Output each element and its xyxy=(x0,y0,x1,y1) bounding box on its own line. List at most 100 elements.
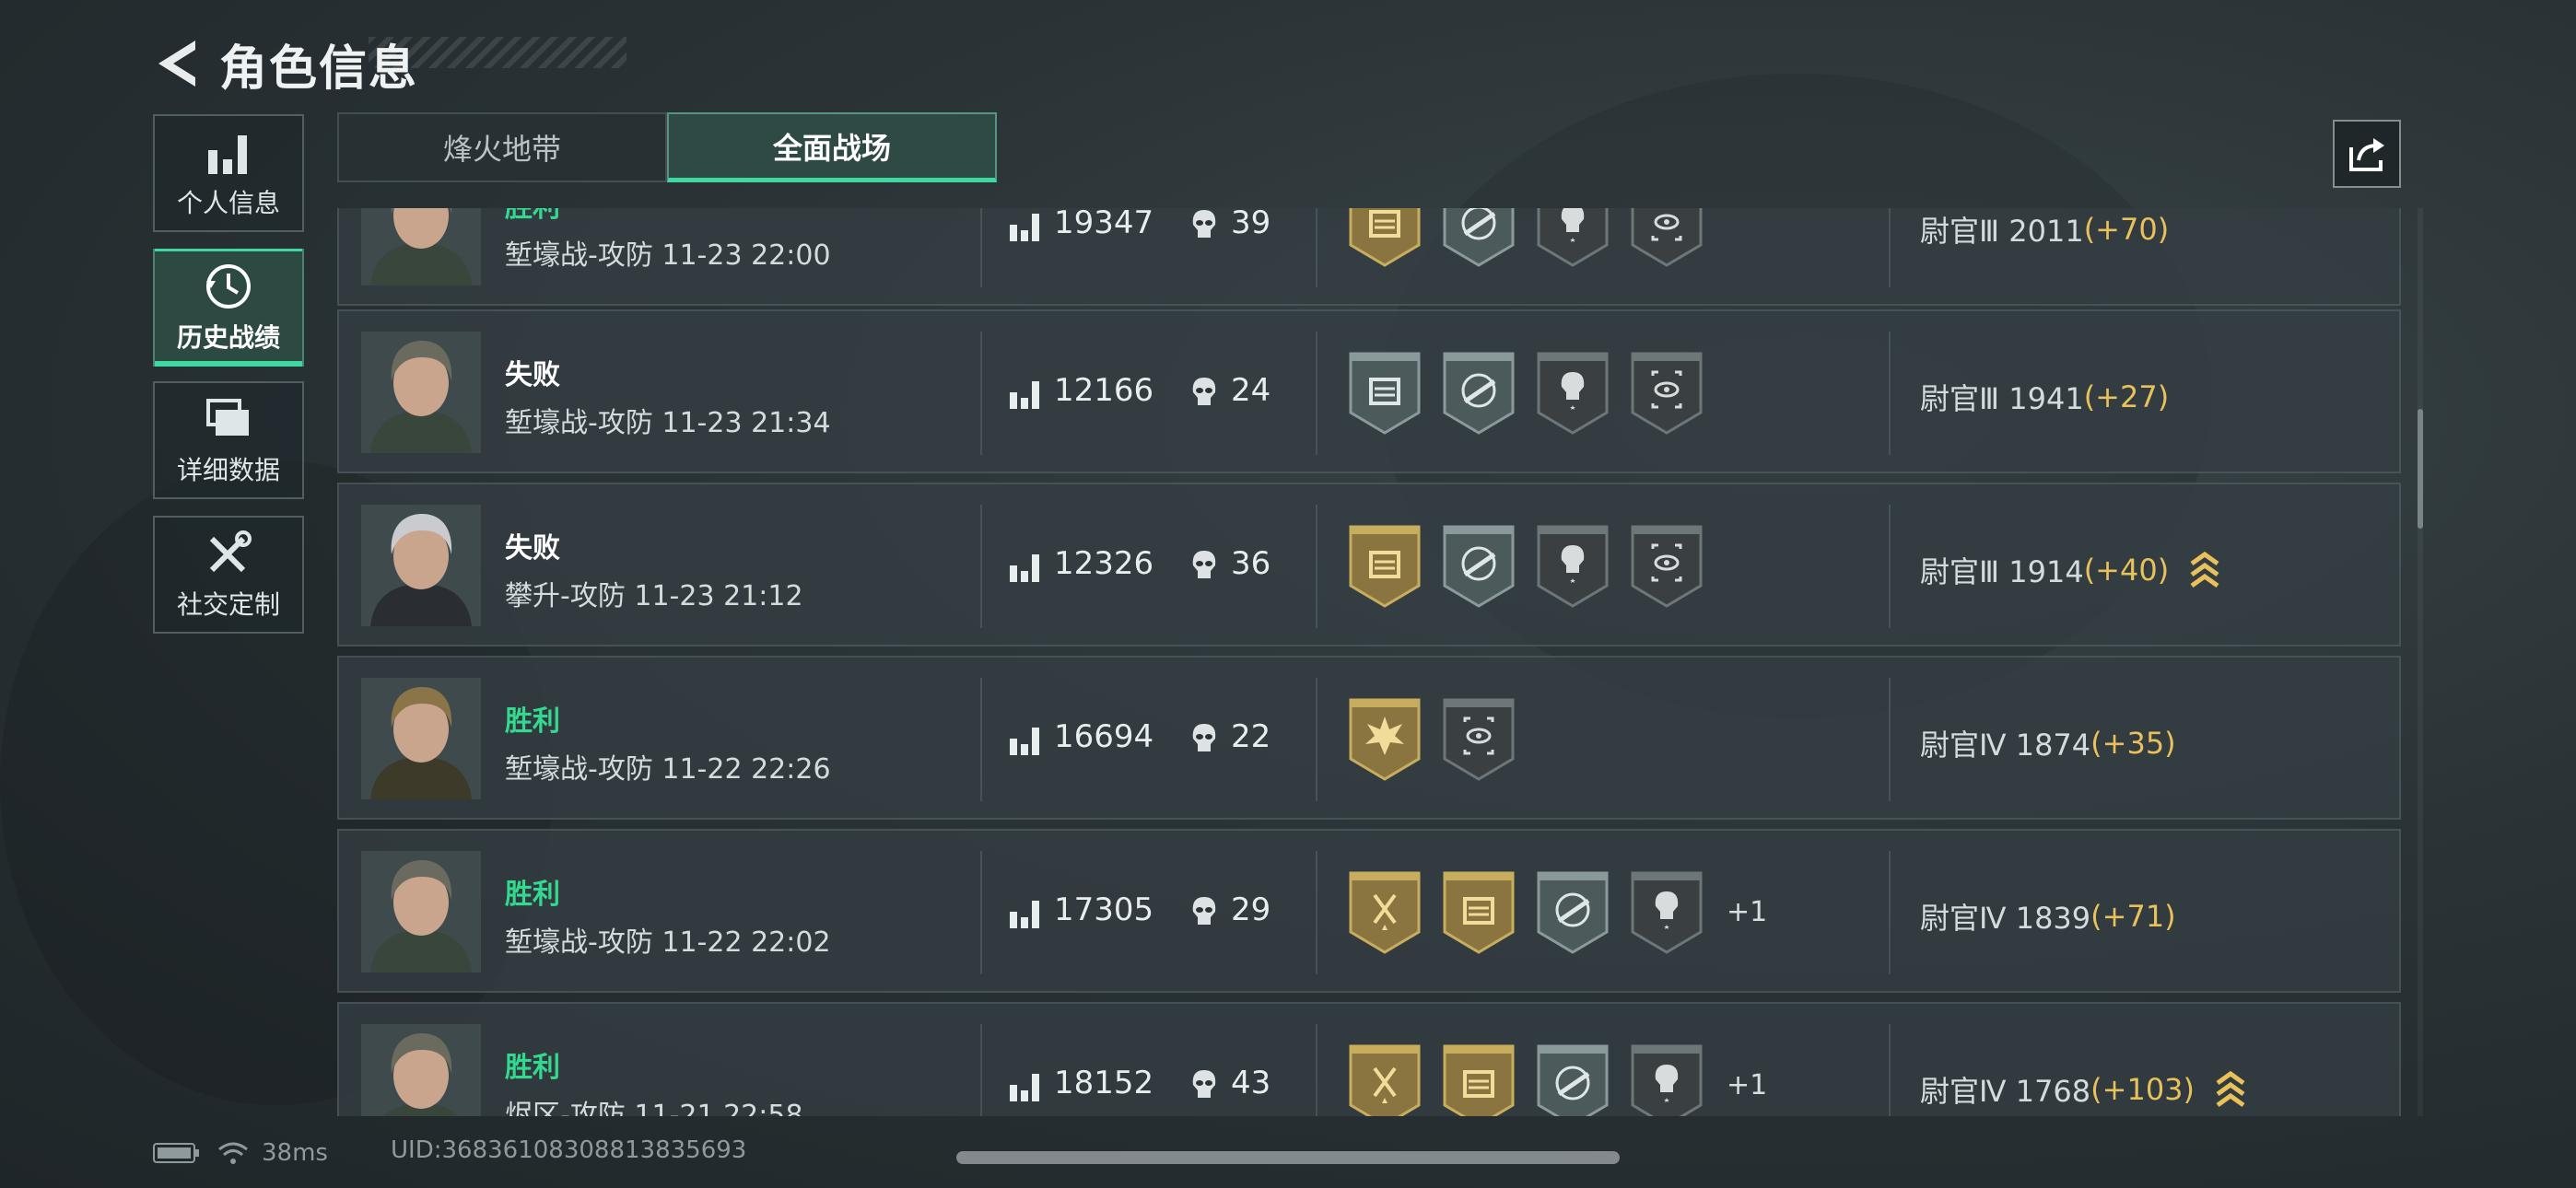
divider xyxy=(980,1024,982,1116)
operator-avatar xyxy=(361,678,481,799)
match-result: 胜利 xyxy=(505,879,560,911)
user-id: UID:368361083088138356​93 xyxy=(391,1136,747,1164)
match-row[interactable]: 胜利 堑壕战-攻防 11-22 22:26 16694 22 尉官Ⅳ 1874(… xyxy=(337,656,2401,820)
rank-up-chevron-icon xyxy=(2216,1070,2245,1108)
divider xyxy=(1316,851,1317,974)
rank-info: 尉官Ⅲ 1914 (+40) xyxy=(1920,549,2220,591)
gold-axe-badge xyxy=(1349,871,1421,954)
rank-info: 尉官Ⅳ 1874 (+35) xyxy=(1920,722,2176,764)
rank-value: 尉官Ⅳ 1874 xyxy=(1920,728,2091,763)
skull-kill-icon xyxy=(1192,1070,1216,1098)
score-icon xyxy=(1010,381,1039,409)
badge-list xyxy=(1347,694,1535,783)
divider xyxy=(1889,678,1891,801)
match-history-list[interactable]: 胜利 堑壕战-攻防 11-23 22:00 19347 39 尉官Ⅲ 2011(… xyxy=(337,208,2401,1116)
stacked-cards-icon xyxy=(206,399,249,436)
dark-skull-badge xyxy=(1631,871,1703,954)
divider xyxy=(1316,208,1317,287)
nav-detailed-data[interactable]: 详细数据 xyxy=(153,381,304,499)
match-result: 胜利 xyxy=(505,705,560,738)
divider xyxy=(1889,1024,1891,1116)
operator-avatar xyxy=(361,851,481,973)
rank-info: 尉官Ⅲ 1941 (+27) xyxy=(1920,376,2169,418)
match-result: 失败 xyxy=(505,359,560,391)
match-score: 16694 xyxy=(1054,718,1154,755)
rank-info: 尉官Ⅲ 2011 (+70) xyxy=(1920,208,2169,250)
nav-social-custom[interactable]: 社交定制 xyxy=(153,516,304,634)
gold-crate-badge xyxy=(1443,1044,1515,1116)
match-result: 失败 xyxy=(505,532,560,565)
match-row[interactable]: 胜利 堑壕战-攻防 11-22 22:02 17305 29 +1 尉官Ⅳ 18… xyxy=(337,829,2401,993)
badge-list xyxy=(1347,521,1723,610)
match-row[interactable]: 失败 堑壕战-攻防 11-23 21:34 12166 24 尉官Ⅲ 1941(… xyxy=(337,309,2401,473)
badge-list: +1 xyxy=(1347,1041,1767,1116)
skull-kill-icon xyxy=(1192,378,1216,405)
score-icon xyxy=(1010,728,1039,755)
gray-rifle-badge xyxy=(1443,208,1515,267)
dark-eye-badge xyxy=(1631,525,1703,608)
rank-delta: (+70) xyxy=(2083,212,2170,247)
match-kills: 24 xyxy=(1231,372,1271,409)
operator-avatar xyxy=(361,332,481,453)
score-icon xyxy=(1010,554,1039,582)
status-bar: 38ms xyxy=(153,1135,328,1171)
extra-badges-count: +1 xyxy=(1727,895,1768,928)
scrollbar-thumb[interactable] xyxy=(2418,409,2423,529)
nav-label: 详细数据 xyxy=(176,455,280,485)
nav-label: 社交定制 xyxy=(176,589,280,620)
match-mode-time: 堑壕战-攻防 11-22 22:26 xyxy=(505,753,831,786)
rank-value: 尉官Ⅳ 1768 xyxy=(1920,1074,2091,1109)
score-icon xyxy=(1010,1074,1039,1101)
match-kills: 36 xyxy=(1231,545,1271,582)
divider xyxy=(1889,332,1891,455)
nav-personal-info[interactable]: 个人信息 xyxy=(153,114,304,232)
match-score: 12326 xyxy=(1054,545,1154,582)
dark-skull-badge xyxy=(1537,525,1609,608)
score-icon xyxy=(1010,214,1039,241)
match-result: 胜利 xyxy=(505,208,560,225)
gold-crate-badge xyxy=(1349,208,1421,267)
share-icon xyxy=(2349,138,2384,171)
rank-value: 尉官Ⅲ 1914 xyxy=(1920,554,2084,589)
match-kills: 29 xyxy=(1231,891,1271,928)
match-score: 17305 xyxy=(1054,891,1154,928)
tab-warzone[interactable]: 烽火地带 xyxy=(337,112,667,182)
divider xyxy=(1316,1024,1317,1116)
divider xyxy=(1316,332,1317,455)
match-row[interactable]: 胜利 烬区-攻防 11-21 22:58 18152 43 +1 尉官Ⅳ 176… xyxy=(337,1002,2401,1116)
rank-info: 尉官Ⅳ 1839 (+71) xyxy=(1920,895,2176,938)
rank-value: 尉官Ⅳ 1839 xyxy=(1920,901,2091,936)
badge-list: +1 xyxy=(1347,868,1767,956)
divider xyxy=(1889,505,1891,628)
match-mode-time: 攀升-攻防 11-23 21:12 xyxy=(505,580,803,612)
clock-history-icon xyxy=(206,264,251,309)
divider xyxy=(980,332,982,455)
share-button[interactable] xyxy=(2333,120,2401,188)
wrench-tools-icon xyxy=(209,530,252,573)
ping-value: 38ms xyxy=(262,1139,328,1167)
badge-list xyxy=(1347,208,1723,269)
divider xyxy=(980,678,982,801)
dark-eye-badge xyxy=(1631,352,1703,435)
match-row[interactable]: 失败 攀升-攻防 11-23 21:12 12326 36 尉官Ⅲ 1914 (+… xyxy=(337,483,2401,646)
tab-full-battlefield[interactable]: 全面战场 xyxy=(667,112,997,182)
rank-delta: (+71) xyxy=(2090,899,2176,934)
nav-label: 个人信息 xyxy=(176,188,280,218)
nav-history[interactable]: 历史战绩 xyxy=(153,249,304,367)
rank-info: 尉官Ⅳ 1768 (+103) xyxy=(1920,1068,2246,1111)
back-button[interactable] xyxy=(153,31,203,96)
skull-kill-icon xyxy=(1192,897,1216,925)
rank-delta: (+35) xyxy=(2090,726,2176,761)
badge-list xyxy=(1347,348,1723,437)
divider xyxy=(980,208,982,287)
gray-rifle-badge xyxy=(1443,525,1515,608)
match-mode-time: 堑壕战-攻防 11-23 22:00 xyxy=(505,239,831,272)
gray-rifle-badge xyxy=(1443,352,1515,435)
operator-avatar xyxy=(361,1024,481,1116)
scrollbar-track[interactable] xyxy=(2418,208,2423,1116)
match-mode-time: 烬区-攻防 11-21 22:58 xyxy=(505,1100,803,1116)
dark-eye-badge xyxy=(1631,208,1703,267)
rank-value: 尉官Ⅲ 1941 xyxy=(1920,381,2084,416)
match-row[interactable]: 胜利 堑壕战-攻防 11-23 22:00 19347 39 尉官Ⅲ 2011(… xyxy=(337,208,2401,306)
divider xyxy=(1889,208,1891,287)
